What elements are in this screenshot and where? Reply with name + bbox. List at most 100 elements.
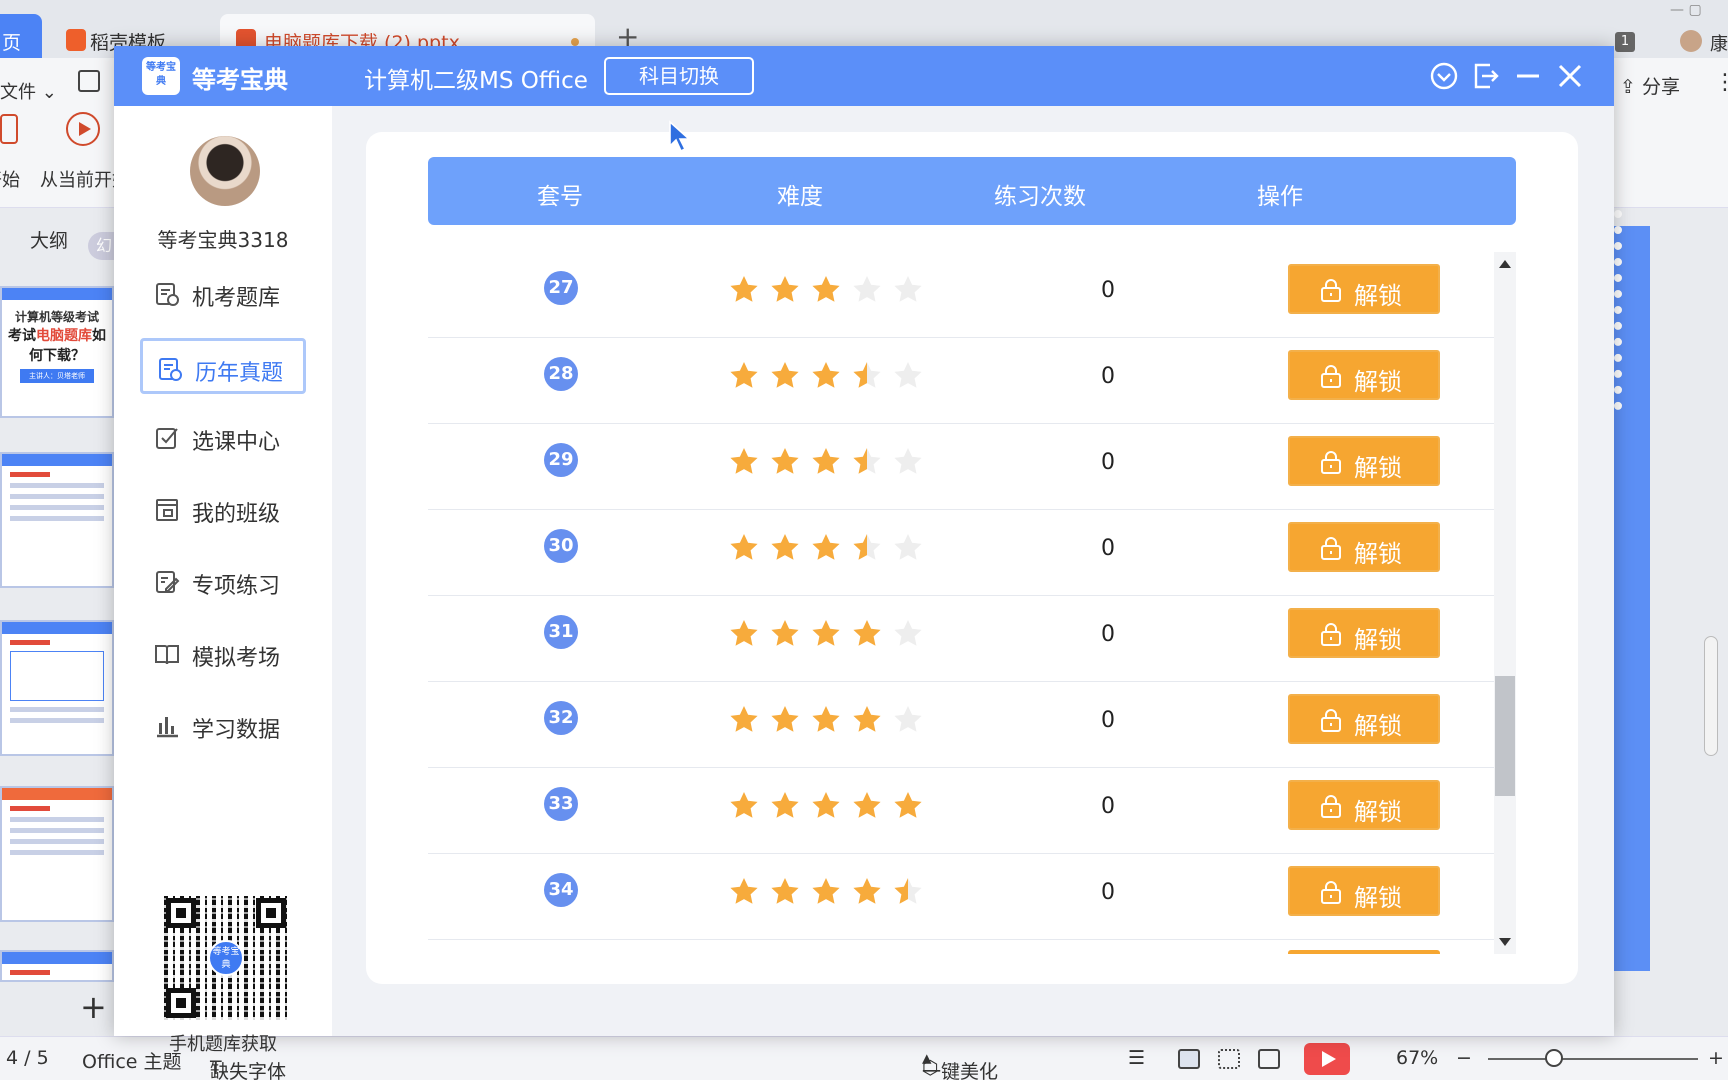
star-icon — [730, 362, 758, 388]
zoom-slider-knob[interactable] — [1545, 1049, 1563, 1067]
star-icon — [812, 448, 840, 474]
exit-icon[interactable] — [1470, 60, 1502, 92]
sidebar-item-7[interactable]: 学习数据 — [140, 698, 306, 754]
share-button[interactable]: ⇪ 分享 — [1620, 72, 1680, 99]
thumb-line1-a: 考试 — [8, 328, 36, 344]
slideshow-start-label[interactable]: 开始 — [0, 166, 20, 192]
table-scrollbar[interactable] — [1494, 252, 1516, 954]
app-logo: 等考宝典 — [142, 57, 180, 95]
thumb-line — [10, 970, 50, 975]
thumb-line — [10, 640, 50, 645]
user-avatar[interactable] — [190, 136, 260, 206]
close-icon[interactable] — [1554, 60, 1586, 92]
slideshow-start-icon[interactable] — [0, 114, 18, 144]
set-number-badge: 32 — [544, 701, 578, 735]
zoom-slider[interactable] — [1488, 1058, 1698, 1060]
wps-scroll-thumb[interactable] — [1704, 636, 1718, 756]
qr-eye — [256, 898, 286, 928]
table-header: 套号 难度 练习次数 操作 — [428, 157, 1516, 225]
next-unlock-button-peek[interactable] — [1288, 950, 1440, 954]
wps-user-avatar[interactable] — [1680, 30, 1702, 52]
scroll-up-icon[interactable] — [1499, 260, 1511, 268]
scroll-down-icon[interactable] — [1499, 938, 1511, 946]
star-icon — [853, 362, 881, 388]
wps-home-tab[interactable]: 页 — [0, 14, 42, 58]
normal-view-icon[interactable] — [1178, 1049, 1200, 1069]
save-icon[interactable] — [78, 70, 100, 92]
unlock-button[interactable]: 解锁 — [1288, 866, 1440, 916]
difficulty-stars — [730, 276, 922, 302]
missing-font-label: 缺失字体 — [210, 1061, 287, 1080]
unlock-button[interactable]: 解锁 — [1288, 694, 1440, 744]
table-row: 28 0 解锁 — [428, 338, 1494, 424]
col-action: 操作 — [1257, 184, 1303, 210]
window-count-badge[interactable]: 1 — [1615, 32, 1635, 52]
play-slideshow-button[interactable] — [1304, 1043, 1350, 1075]
unlock-button[interactable]: 解锁 — [1288, 780, 1440, 830]
slide-thumbnail-2[interactable] — [0, 452, 114, 588]
subject-switch-button[interactable]: 科目切换 — [604, 57, 754, 95]
practice-count: 0 — [1101, 278, 1115, 303]
past-papers-icon — [157, 356, 183, 382]
slide-thumbnail-3[interactable] — [0, 620, 114, 756]
qr-code: 等考宝典 — [164, 896, 288, 1020]
sidebar-item-5[interactable]: 专项练习 — [140, 554, 306, 610]
wps-vertical-scrollbar[interactable] — [1700, 226, 1720, 986]
sidebar-item-label: 专项练习 — [192, 574, 281, 599]
table-body[interactable]: 27 0 解锁 28 0 解锁 29 0 解锁 30 0 解锁 31 0 解锁 32 0 解锁 33 0 解锁 34 0 解锁 — [428, 252, 1494, 954]
sidebar-item-2[interactable]: 历年真题 — [140, 338, 306, 394]
star-icon — [853, 534, 881, 560]
slide-thumbnail-1[interactable]: 计算机等级考试 考试电脑题库如 何下载？ 主讲人：贝塔老师 — [0, 286, 114, 418]
unlock-button[interactable]: 解锁 — [1288, 264, 1440, 314]
outline-tab[interactable]: 大纲 — [0, 226, 68, 253]
zoom-out-icon[interactable]: − — [1456, 1047, 1472, 1069]
qr-eye — [166, 988, 196, 1018]
scroll-thumb[interactable] — [1495, 676, 1515, 796]
unlock-button[interactable]: 解锁 — [1288, 350, 1440, 400]
zoom-in-icon[interactable]: + — [1708, 1047, 1724, 1069]
zoom-level[interactable]: 67% — [1396, 1047, 1438, 1069]
star-icon — [771, 276, 799, 302]
star-icon — [730, 706, 758, 732]
table-row: 34 0 解锁 — [428, 854, 1494, 940]
sidebar-item-4[interactable]: 我的班级 — [140, 482, 306, 538]
lock-icon — [1320, 622, 1342, 646]
col-difficulty: 难度 — [777, 184, 823, 210]
col-set-number: 套号 — [537, 184, 583, 210]
thumb-title: 计算机等级考试 — [14, 310, 99, 324]
sidebar-item-1[interactable]: 机考题库 — [140, 266, 306, 322]
unlock-button[interactable]: 解锁 — [1288, 522, 1440, 572]
add-slide-plus-icon[interactable]: + — [80, 988, 107, 1026]
more-icon[interactable]: ⋮ — [1714, 70, 1728, 95]
thumb-line1-b: 电脑题库 — [36, 328, 92, 344]
wps-user-name[interactable]: 康 — [1710, 30, 1728, 56]
set-number-badge: 31 — [544, 615, 578, 649]
lock-icon — [1320, 708, 1342, 732]
sorter-view-icon[interactable] — [1218, 1049, 1240, 1069]
app-sidebar: 等考宝典3318 机考题库历年真题选课中心我的班级专项练习模拟考场学习数据 等考… — [114, 106, 332, 1055]
dropdown-icon[interactable] — [1428, 60, 1460, 92]
qr-logo: 等考宝典 — [208, 940, 244, 976]
play-from-current-icon[interactable] — [66, 112, 100, 146]
unlock-button[interactable]: 解锁 — [1288, 436, 1440, 486]
page-indicator: 4 / 5 — [6, 1047, 49, 1069]
table-row: 30 0 解锁 — [428, 510, 1494, 596]
thumb-line — [10, 806, 50, 811]
course-check-icon — [154, 425, 180, 451]
star-icon — [730, 276, 758, 302]
slide-thumbnail-5[interactable] — [0, 950, 114, 982]
sidebar-item-3[interactable]: 选课中心 — [140, 410, 306, 466]
star-icon — [894, 534, 922, 560]
sidebar-item-6[interactable]: 模拟考场 — [140, 626, 306, 682]
window-controls[interactable]: — ▢ — [1670, 2, 1702, 18]
file-menu[interactable]: 文件 ⌄ — [0, 78, 57, 104]
unlock-button[interactable]: 解锁 — [1288, 608, 1440, 658]
username: 等考宝典3318 — [157, 228, 289, 252]
minimize-icon[interactable] — [1512, 60, 1544, 92]
slide-thumbnail-4[interactable] — [0, 786, 114, 922]
reading-view-icon[interactable] — [1258, 1049, 1280, 1069]
star-icon — [771, 792, 799, 818]
beautify-button[interactable]: ⬡ 一键美化 ▴ — [922, 1047, 998, 1080]
notes-icon[interactable]: ☰ — [1128, 1047, 1145, 1069]
star-icon — [812, 878, 840, 904]
